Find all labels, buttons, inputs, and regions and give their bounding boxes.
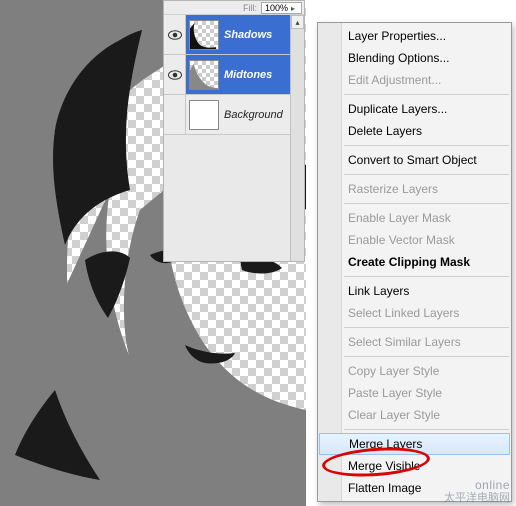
menu-item-layer-properties[interactable]: Layer Properties... — [318, 25, 511, 47]
fill-label: Fill: — [243, 3, 257, 13]
menu-item-merge-layers[interactable]: Merge Layers — [319, 433, 510, 455]
menu-separator — [344, 356, 509, 357]
menu-item-paste-layer-style: Paste Layer Style — [318, 382, 511, 404]
menu-item-delete-layers[interactable]: Delete Layers — [318, 120, 511, 142]
layer-row-midtones[interactable]: Midtones — [164, 55, 304, 95]
visibility-toggle[interactable] — [164, 15, 186, 54]
layer-thumbnail[interactable] — [189, 60, 219, 90]
menu-item-merge-visible[interactable]: Merge Visible — [318, 455, 511, 477]
menu-item-enable-layer-mask: Enable Layer Mask — [318, 207, 511, 229]
menu-item-edit-adjustment: Edit Adjustment... — [318, 69, 511, 91]
menu-item-flatten-image[interactable]: Flatten Image — [318, 477, 511, 499]
menu-separator — [344, 429, 509, 430]
panel-scrollbar[interactable]: ▴ — [290, 15, 304, 261]
menu-separator — [344, 276, 509, 277]
layers-empty-area — [164, 135, 304, 247]
eye-icon — [168, 70, 182, 80]
visibility-toggle[interactable] — [164, 95, 186, 134]
layer-row-background[interactable]: Background — [164, 95, 304, 135]
scroll-up-button[interactable]: ▴ — [291, 15, 304, 29]
layers-panel-header: Fill: 100% — [164, 1, 304, 15]
menu-separator — [344, 94, 509, 95]
menu-separator — [344, 145, 509, 146]
menu-item-convert-to-smart-object[interactable]: Convert to Smart Object — [318, 149, 511, 171]
menu-item-copy-layer-style: Copy Layer Style — [318, 360, 511, 382]
menu-item-select-similar-layers: Select Similar Layers — [318, 331, 511, 353]
visibility-toggle[interactable] — [164, 55, 186, 94]
menu-item-select-linked-layers: Select Linked Layers — [318, 302, 511, 324]
layers-panel: Fill: 100% Shadows Midtones Background ⟲… — [163, 0, 305, 262]
menu-separator — [344, 327, 509, 328]
menu-item-rasterize-layers: Rasterize Layers — [318, 178, 511, 200]
layers-panel-footer: ⟲ — [164, 247, 304, 261]
fill-value-stepper[interactable]: 100% — [261, 2, 302, 14]
menu-item-blending-options[interactable]: Blending Options... — [318, 47, 511, 69]
eye-icon — [168, 30, 182, 40]
layer-row-shadows[interactable]: Shadows — [164, 15, 304, 55]
layer-thumbnail[interactable] — [189, 100, 219, 130]
menu-separator — [344, 203, 509, 204]
menu-item-link-layers[interactable]: Link Layers — [318, 280, 511, 302]
menu-item-duplicate-layers[interactable]: Duplicate Layers... — [318, 98, 511, 120]
layers-context-menu: Layer Properties...Blending Options...Ed… — [317, 22, 512, 502]
menu-item-create-clipping-mask[interactable]: Create Clipping Mask — [318, 251, 511, 273]
menu-item-clear-layer-style: Clear Layer Style — [318, 404, 511, 426]
menu-item-enable-vector-mask: Enable Vector Mask — [318, 229, 511, 251]
layer-thumbnail[interactable] — [189, 20, 219, 50]
menu-separator — [344, 174, 509, 175]
